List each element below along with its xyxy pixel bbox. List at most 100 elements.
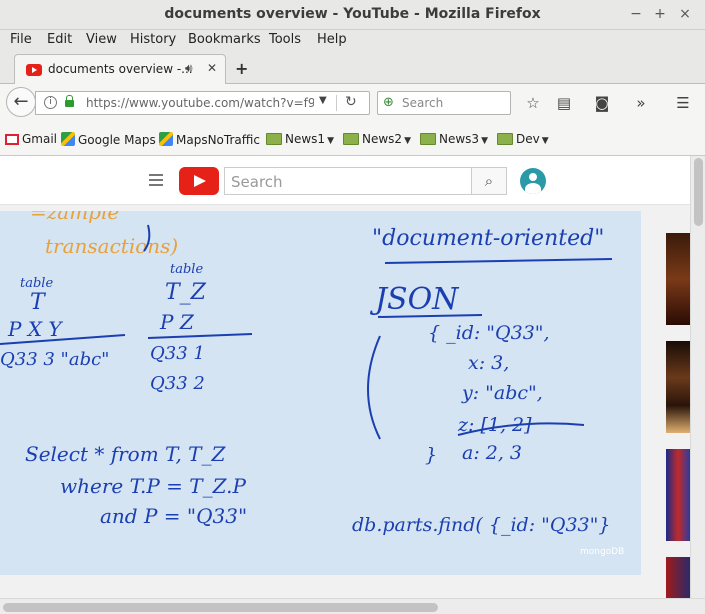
menu-help[interactable]: Help bbox=[317, 32, 347, 47]
folder-icon bbox=[420, 133, 436, 145]
menu-file[interactable]: File bbox=[10, 32, 32, 47]
related-video-thumbnail[interactable] bbox=[666, 233, 690, 325]
bookmark-folder-news3[interactable]: News3 ▼ bbox=[420, 132, 488, 146]
table-t-header: P X Y bbox=[7, 317, 63, 341]
library-icon[interactable]: ▤ bbox=[554, 93, 574, 113]
close-tab-icon[interactable]: ✕ bbox=[207, 61, 217, 75]
browser-search-input[interactable]: ⊕ Search bbox=[377, 91, 511, 115]
window-title: documents overview - YouTube - Mozilla F… bbox=[164, 6, 541, 22]
whiteboard-fragment-2: transactions) bbox=[45, 234, 178, 258]
youtube-search-placeholder: Search bbox=[231, 173, 283, 191]
navigation-toolbar: i https://www.youtube.com/watch?v=f9csC … bbox=[0, 84, 705, 122]
json-line-3: y: "abc", bbox=[461, 382, 543, 404]
lock-icon[interactable] bbox=[65, 95, 74, 107]
whiteboard-fragment-1: =zampie bbox=[30, 211, 119, 224]
overflow-icon[interactable]: » bbox=[631, 93, 651, 113]
new-tab-button[interactable]: + bbox=[235, 59, 248, 78]
youtube-masthead: Search ⌕ bbox=[0, 156, 690, 205]
related-video-thumbnail[interactable] bbox=[666, 341, 690, 433]
horizontal-scrollbar[interactable] bbox=[0, 598, 705, 614]
url-bar[interactable]: i https://www.youtube.com/watch?v=f9csC … bbox=[35, 91, 370, 115]
bookmark-label: News3 bbox=[439, 132, 480, 146]
json-line-5: a: 2, 3 bbox=[462, 442, 522, 464]
tab-documents-overview[interactable]: documents overview -... 🔊︎ ✕ bbox=[14, 54, 226, 85]
back-arrow-icon: ← bbox=[13, 91, 29, 112]
bookmark-folder-news1[interactable]: News1 ▼ bbox=[266, 132, 334, 146]
tab-label: documents overview -... bbox=[48, 62, 193, 76]
youtube-search-button[interactable]: ⌕ bbox=[471, 167, 507, 195]
bookmark-mapsnotraffic[interactable]: MapsNoTraffic bbox=[159, 132, 260, 147]
youtube-logo[interactable] bbox=[179, 167, 219, 195]
tab-strip: documents overview -... 🔊︎ ✕ + bbox=[0, 52, 705, 85]
bookmark-label: Gmail bbox=[22, 132, 58, 146]
video-player[interactable]: =zampie transactions) table T P X Y Q33 … bbox=[0, 211, 641, 575]
related-video-thumbnail[interactable] bbox=[666, 449, 690, 541]
window-titlebar: documents overview - YouTube - Mozilla F… bbox=[0, 0, 705, 30]
bookmark-label: Dev bbox=[516, 132, 540, 146]
chevron-down-icon: ▼ bbox=[541, 136, 549, 146]
search-icon: ⌕ bbox=[484, 172, 494, 190]
menu-bookmarks[interactable]: Bookmarks bbox=[188, 32, 261, 47]
folder-icon bbox=[497, 133, 513, 145]
hamburger-menu-icon[interactable]: ☰ bbox=[673, 93, 693, 113]
youtube-search-input[interactable]: Search bbox=[224, 167, 472, 195]
reload-icon[interactable]: ↻ bbox=[345, 94, 357, 110]
maps-icon bbox=[159, 132, 173, 146]
table-tz-row-1: Q33 1 bbox=[150, 343, 205, 364]
json-title: JSON bbox=[369, 282, 460, 317]
json-line-1: { _id: "Q33", bbox=[428, 322, 550, 344]
browser-search-placeholder: Search bbox=[402, 96, 444, 110]
find-call: db.parts.find( {_id: "Q33"} bbox=[352, 514, 610, 536]
bookmark-label: News2 bbox=[362, 132, 403, 146]
folder-icon bbox=[266, 133, 282, 145]
sql-line-2: where T.P = T_Z.P bbox=[60, 474, 247, 498]
folder-icon bbox=[343, 133, 359, 145]
horizontal-scroll-thumb[interactable] bbox=[3, 603, 438, 612]
page-viewport: Search ⌕ =zampie transactions) table T P… bbox=[0, 156, 705, 614]
table-tz-name: T_Z bbox=[165, 280, 207, 305]
chevron-down-icon: ▼ bbox=[404, 136, 411, 146]
bookmarks-toolbar: Gmail Google Maps MapsNoTraffic News1 ▼ N… bbox=[0, 122, 705, 156]
bookmark-star-icon[interactable]: ☆ bbox=[523, 93, 543, 113]
menu-history[interactable]: History bbox=[130, 32, 176, 47]
table-tz-label: table bbox=[170, 262, 203, 277]
table-t-name: T bbox=[30, 290, 47, 315]
menu-bar: File Edit View History Bookmarks Tools H… bbox=[0, 30, 705, 52]
vertical-scroll-thumb[interactable] bbox=[694, 158, 703, 226]
search-engine-icon: ⊕ bbox=[383, 95, 394, 110]
bookmark-folder-dev[interactable]: Dev ▼ bbox=[497, 132, 549, 146]
maximize-button[interactable]: + bbox=[651, 5, 669, 23]
sql-line-1: Select * from T, T_Z bbox=[25, 442, 227, 466]
menu-view[interactable]: View bbox=[86, 32, 117, 47]
doc-oriented-title: "document-oriented" bbox=[372, 226, 604, 251]
related-video-thumbnail[interactable] bbox=[666, 557, 690, 598]
menu-edit[interactable]: Edit bbox=[47, 32, 72, 47]
table-tz-row-2: Q33 2 bbox=[150, 373, 205, 394]
back-button[interactable]: ← bbox=[6, 87, 36, 117]
pocket-icon[interactable]: ◙ bbox=[592, 93, 612, 113]
bookmark-gmail[interactable]: Gmail bbox=[5, 132, 57, 146]
url-text[interactable]: https://www.youtube.com/watch?v=f9csC bbox=[86, 96, 314, 110]
speaker-icon[interactable]: 🔊︎ bbox=[185, 61, 193, 76]
guide-menu-icon[interactable] bbox=[149, 174, 163, 186]
bookmark-label: MapsNoTraffic bbox=[176, 133, 260, 147]
bookmark-label: Google Maps bbox=[78, 133, 156, 147]
json-line-2: x: 3, bbox=[468, 352, 509, 374]
sql-line-3: and P = "Q33" bbox=[100, 504, 247, 528]
bookmark-label: News1 bbox=[285, 132, 326, 146]
info-icon[interactable]: i bbox=[44, 96, 57, 109]
chevron-down-icon: ▼ bbox=[327, 136, 334, 146]
json-close: } bbox=[425, 444, 437, 466]
minimize-button[interactable]: − bbox=[627, 5, 645, 23]
url-dropdown-icon[interactable]: ▼ bbox=[319, 95, 327, 106]
menu-tools[interactable]: Tools bbox=[269, 32, 301, 47]
close-button[interactable]: × bbox=[676, 5, 694, 23]
vertical-scrollbar[interactable] bbox=[690, 156, 705, 598]
bookmark-folder-news2[interactable]: News2 ▼ bbox=[343, 132, 411, 146]
table-t-row: Q33 3 "abc" bbox=[0, 349, 109, 370]
avatar[interactable] bbox=[520, 168, 546, 194]
table-t-label: table bbox=[20, 276, 53, 291]
bookmark-google-maps[interactable]: Google Maps bbox=[61, 132, 156, 147]
table-tz-header: P Z bbox=[159, 310, 195, 334]
mongodb-watermark: mongoDB bbox=[580, 547, 624, 557]
